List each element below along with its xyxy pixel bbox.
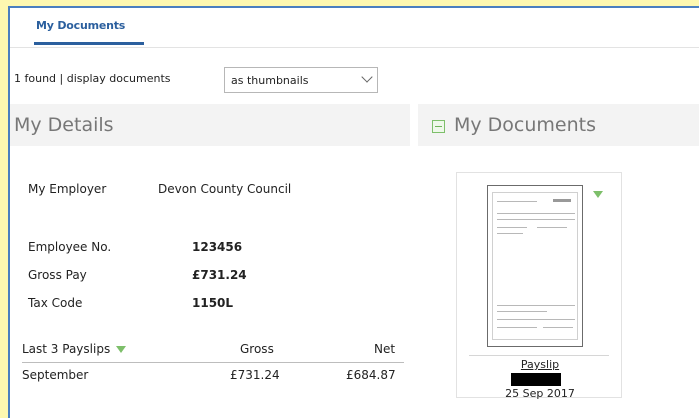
- redacted-block: [511, 373, 561, 386]
- preview-line: [497, 319, 575, 320]
- preview-line: [537, 227, 567, 228]
- preview-line: [497, 219, 575, 220]
- my-details-header: My Details: [10, 104, 410, 146]
- preview-line: [497, 233, 523, 234]
- document-title-link[interactable]: Payslip: [457, 358, 623, 371]
- tax-code-label: Tax Code: [28, 296, 83, 310]
- gross-pay-label: Gross Pay: [28, 268, 87, 282]
- document-preview[interactable]: [487, 185, 583, 347]
- payslips-divider: [22, 362, 404, 363]
- preview-line: [497, 305, 575, 306]
- payslip-month: September: [22, 368, 89, 382]
- preview-line: [497, 227, 527, 228]
- net-column-header: Net: [374, 342, 396, 356]
- gross-pay-value: £731.24: [192, 268, 247, 282]
- app-frame: My Documents 1 found | display documents…: [8, 6, 699, 418]
- dropdown-triangle-icon[interactable]: [116, 346, 127, 353]
- document-preview-page: [492, 192, 578, 340]
- tab-my-documents[interactable]: My Documents: [36, 19, 125, 32]
- document-menu-triangle-icon[interactable]: [593, 191, 603, 198]
- employee-no-value: 123456: [192, 240, 243, 254]
- preview-line: [497, 311, 547, 312]
- payslips-table-header: Last 3 Payslips Gross Net: [22, 342, 404, 356]
- preview-line: [497, 327, 537, 328]
- thumbnail-divider: [469, 355, 609, 356]
- payslip-gross: £731.24: [230, 368, 280, 382]
- gross-column-header: Gross: [240, 342, 274, 356]
- my-documents-title: My Documents: [454, 114, 597, 136]
- preview-line: [543, 327, 573, 328]
- document-thumbnail-card[interactable]: Payslip 25 Sep 2017: [456, 172, 623, 400]
- payslips-heading: Last 3 Payslips: [22, 342, 111, 356]
- preview-line: [497, 213, 575, 214]
- document-date: 25 Sep 2017: [505, 387, 575, 400]
- tax-code-value: 1150L: [192, 296, 234, 310]
- my-documents-header: My Documents: [418, 104, 699, 146]
- employer-value: Devon County Council: [158, 182, 292, 196]
- preview-line: [497, 201, 537, 202]
- employee-no-label: Employee No.: [28, 240, 112, 254]
- display-documents-select[interactable]: as thumbnails: [224, 67, 378, 93]
- employer-label: My Employer: [28, 182, 107, 196]
- tab-bar: My Documents: [10, 8, 699, 48]
- preview-line: [553, 199, 571, 202]
- table-row[interactable]: September £731.24 £684.87: [22, 368, 404, 382]
- found-count-text: 1 found | display documents: [14, 72, 171, 85]
- display-documents-value: as thumbnails: [231, 74, 309, 87]
- document-toolbar: 1 found | display documents as thumbnail…: [10, 60, 699, 94]
- my-details-title: My Details: [14, 114, 114, 136]
- payslip-net: £684.87: [346, 368, 396, 382]
- chevron-down-icon: [361, 71, 373, 83]
- active-tab-indicator: [34, 42, 144, 45]
- collapse-icon[interactable]: [432, 120, 445, 133]
